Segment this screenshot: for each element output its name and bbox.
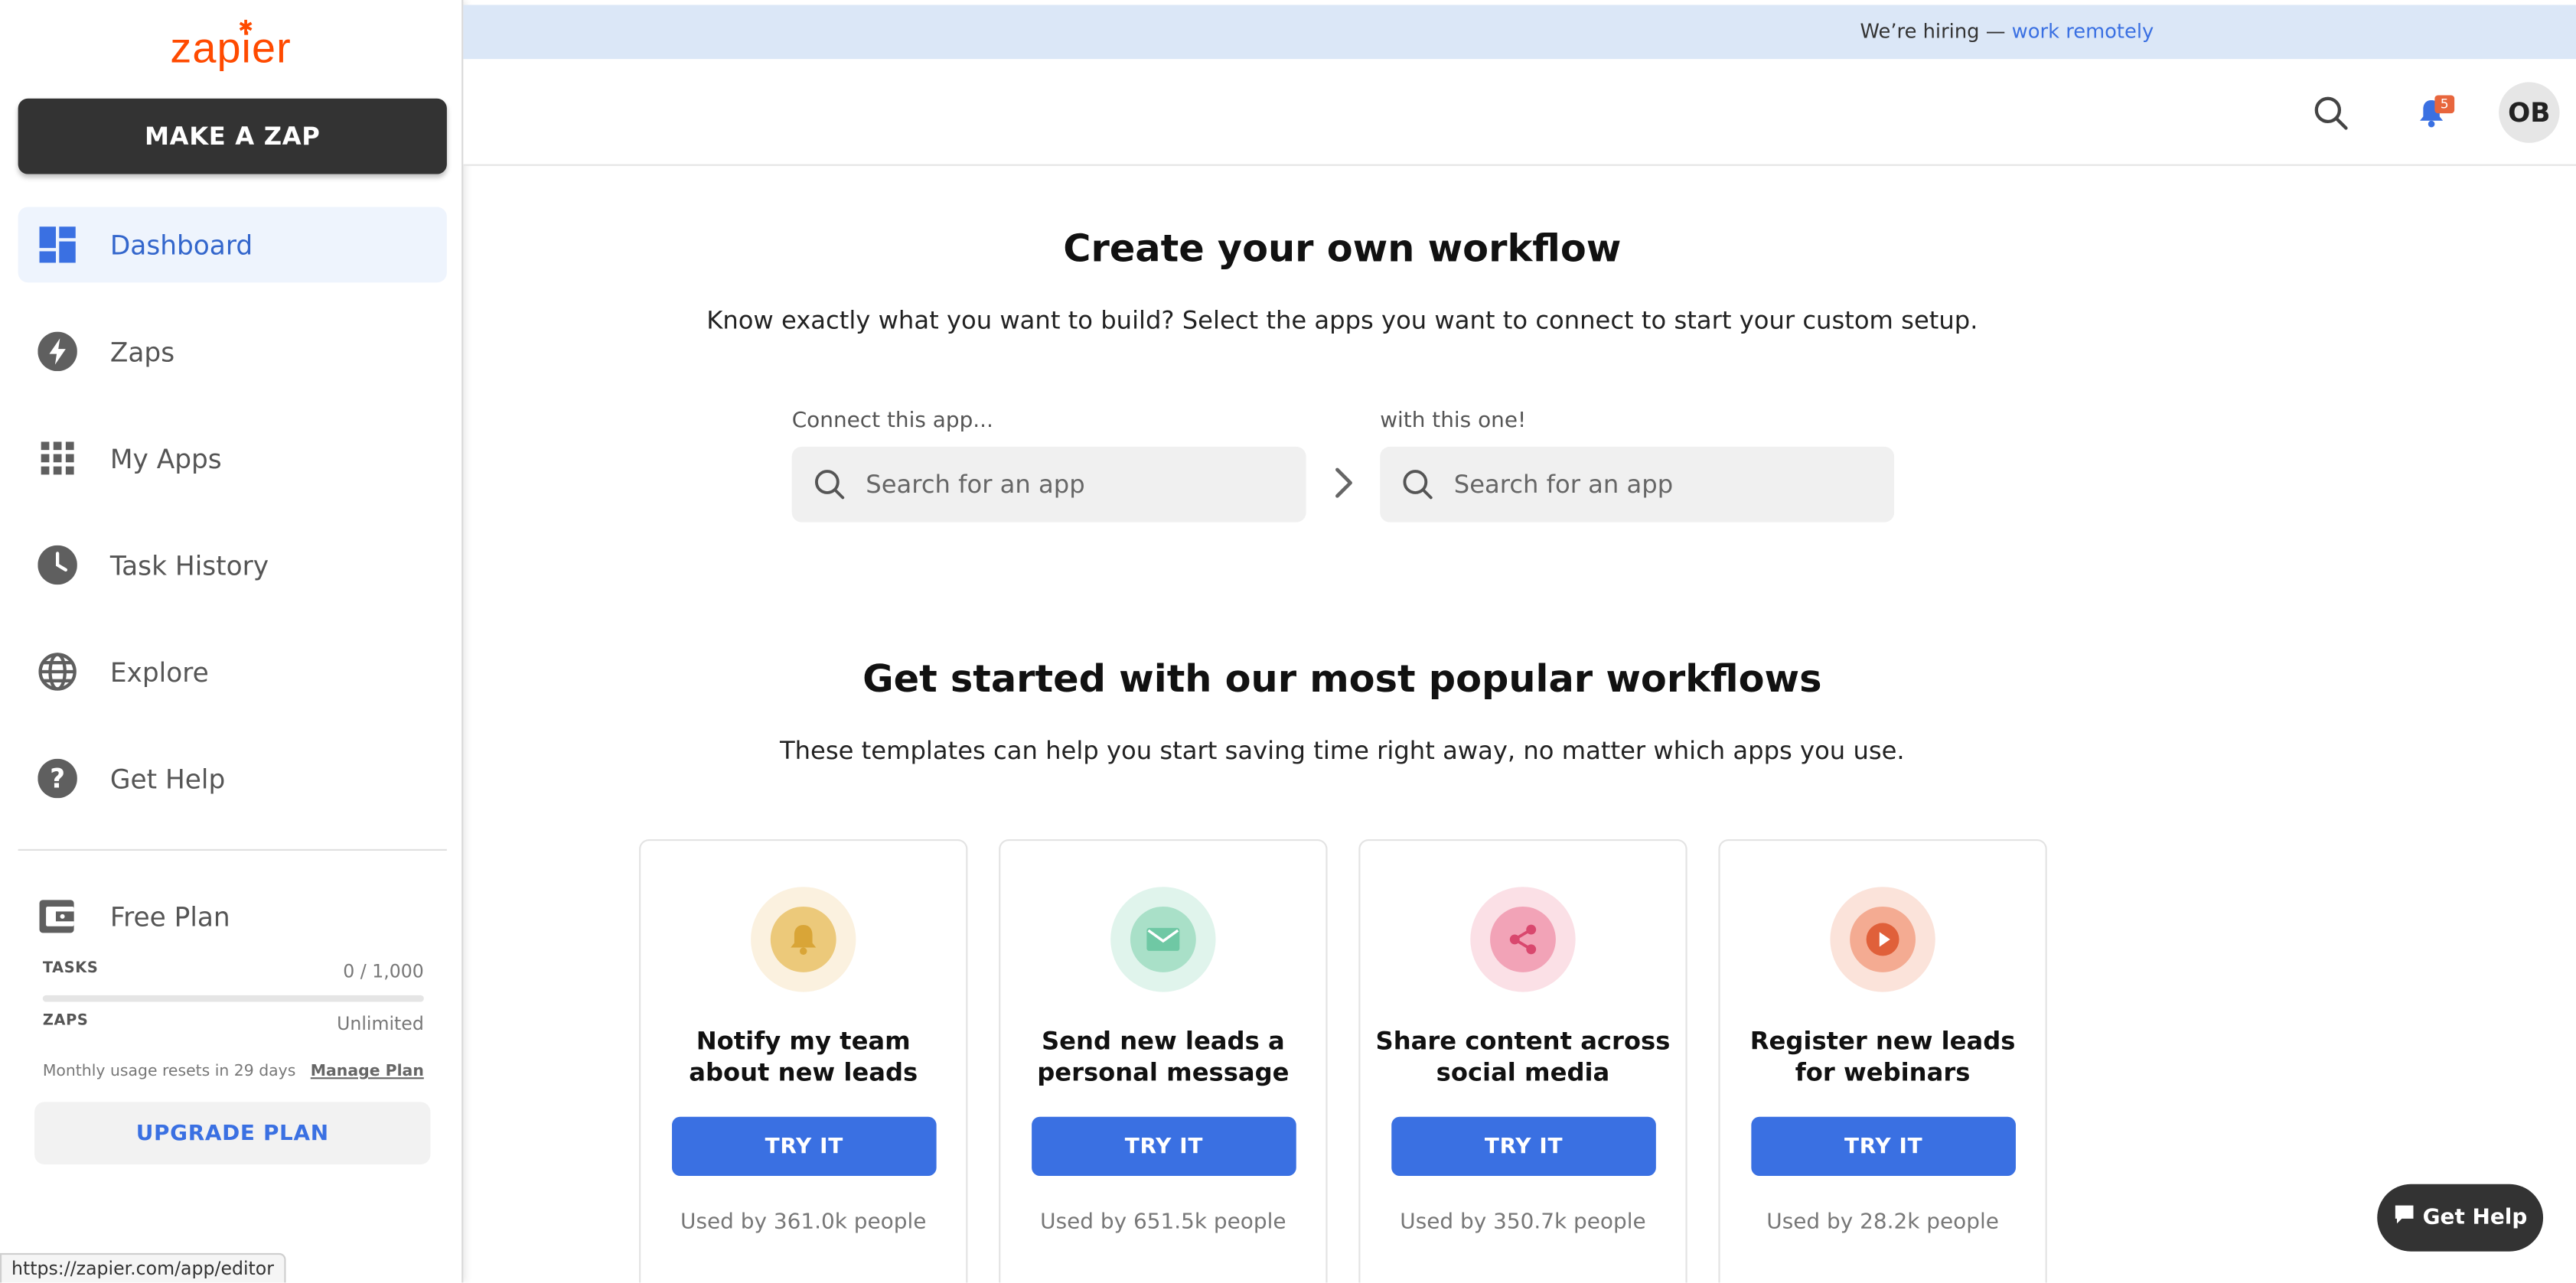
workflow-card: Send new leads a personal message TRY IT… xyxy=(999,839,1328,1283)
grid-icon xyxy=(36,437,79,480)
card-icon-circle xyxy=(751,887,856,992)
tasks-label: TASKS xyxy=(42,960,99,978)
get-help-chat-button[interactable]: Get Help xyxy=(2377,1184,2544,1252)
workflow-card: Share content across social media TRY IT… xyxy=(1358,839,1687,1283)
try-it-button[interactable]: TRY IT xyxy=(1391,1116,1656,1177)
upgrade-plan-button[interactable]: UPGRADE PLAN xyxy=(34,1102,431,1164)
share-icon xyxy=(1490,906,1556,972)
sidebar-item-label: My Apps xyxy=(109,442,222,474)
card-title-line: Send new leads a xyxy=(1041,1026,1285,1057)
search-icon xyxy=(1401,468,1434,501)
sidebar-item-get-help[interactable]: ? Get Help xyxy=(18,741,447,816)
search-icon[interactable] xyxy=(2311,93,2351,133)
svg-text:?: ? xyxy=(50,764,65,794)
card-title-line: Register new leads xyxy=(1749,1026,2016,1057)
card-title-line: for webinars xyxy=(1795,1057,1971,1088)
popular-workflows-title: Get started with our most popular workfl… xyxy=(862,658,1822,702)
usage-reset-row: Monthly usage resets in 29 days Manage P… xyxy=(43,1063,424,1081)
search-icon xyxy=(814,468,846,501)
logo-spark-icon: ✱ xyxy=(238,18,255,38)
tasks-progress-bar xyxy=(42,995,424,1002)
second-app-search-input[interactable]: Search for an app xyxy=(1380,446,1895,523)
card-title-line: social media xyxy=(1436,1057,1610,1088)
sidebar-divider xyxy=(18,848,447,851)
chat-bubble-icon xyxy=(2393,1204,2415,1232)
work-remotely-link[interactable]: work remotely xyxy=(2012,20,2154,43)
sidebar-item-label: Explore xyxy=(109,656,209,688)
manage-plan-link[interactable]: Manage Plan xyxy=(311,1063,424,1081)
card-icon-circle xyxy=(1830,887,1935,992)
logo-text: zapier xyxy=(170,23,292,73)
clock-icon xyxy=(36,544,79,587)
connect-app-label: Connect this app... xyxy=(791,409,993,434)
sidebar-item-task-history[interactable]: Task History xyxy=(18,527,447,603)
zaps-label: ZAPS xyxy=(42,1013,89,1030)
sidebar-item-explore[interactable]: Explore xyxy=(18,634,447,710)
sidebar-item-label: Get Help xyxy=(109,763,226,794)
card-title-line: about new leads xyxy=(689,1057,918,1088)
try-it-button[interactable]: TRY IT xyxy=(1032,1116,1296,1177)
zaps-value: Unlimited xyxy=(337,1013,424,1035)
sidebar-item-label: Dashboard xyxy=(109,229,253,261)
play-icon xyxy=(1850,906,1916,972)
try-it-button[interactable]: TRY IT xyxy=(671,1116,937,1177)
card-icon-circle xyxy=(1470,887,1576,992)
banner-text: We’re hiring — xyxy=(1860,19,2012,43)
get-help-label: Get Help xyxy=(2422,1205,2528,1230)
sidebar-item-label: Task History xyxy=(109,549,269,581)
usage-count: Used by 361.0k people xyxy=(680,1210,927,1236)
plan-name: Free Plan xyxy=(109,900,230,933)
sidebar-item-zaps[interactable]: Zaps xyxy=(18,314,447,389)
help-icon: ? xyxy=(36,757,79,800)
card-title: Register new leads for webinars xyxy=(1720,1027,2046,1089)
workflow-card: Notify my team about new leads TRY IT Us… xyxy=(639,839,968,1283)
sidebar: zapier ✱ MAKE A ZAP Dashboard Zaps My Ap… xyxy=(0,0,464,1283)
make-a-zap-button[interactable]: MAKE A ZAP xyxy=(18,98,447,174)
zapier-logo[interactable]: zapier ✱ xyxy=(0,18,461,74)
tasks-value: 0 / 1,000 xyxy=(343,960,424,982)
sidebar-item-label: Zaps xyxy=(109,335,175,367)
avatar[interactable]: OB xyxy=(2499,82,2560,143)
usage-reset-text: Monthly usage resets in 29 days xyxy=(42,1062,296,1081)
tasks-row: TASKS 0 / 1,000 xyxy=(43,961,424,982)
try-it-button[interactable]: TRY IT xyxy=(1751,1116,2016,1177)
chevron-right-icon xyxy=(1328,463,1361,503)
popular-workflows-subtitle: These templates can help you start savin… xyxy=(779,735,1905,766)
bell-icon xyxy=(770,906,836,972)
sidebar-item-my-apps[interactable]: My Apps xyxy=(18,421,447,497)
card-title-line: Share content across xyxy=(1375,1026,1671,1057)
card-title-line: personal message xyxy=(1037,1057,1290,1088)
usage-count: Used by 651.5k people xyxy=(1040,1210,1286,1236)
card-title-line: Notify my team xyxy=(696,1026,911,1057)
create-workflow-title: Create your own workflow xyxy=(1063,228,1622,272)
mail-icon xyxy=(1130,906,1196,972)
status-bar-url: https://zapier.com/app/editor xyxy=(0,1252,285,1283)
bolt-icon xyxy=(36,330,79,373)
usage-count: Used by 28.2k people xyxy=(1766,1210,1999,1236)
sidebar-item-dashboard[interactable]: Dashboard xyxy=(18,207,447,283)
card-icon-circle xyxy=(1110,887,1216,992)
card-title: Notify my team about new leads xyxy=(641,1027,966,1089)
zaps-row: ZAPS Unlimited xyxy=(43,1014,424,1035)
dashboard-icon xyxy=(36,223,79,266)
usage-count: Used by 350.7k people xyxy=(1400,1210,1646,1236)
globe-icon xyxy=(36,650,79,693)
plan-title: Free Plan xyxy=(36,895,230,938)
notification-count-badge: 5 xyxy=(2434,95,2455,114)
top-header xyxy=(463,59,2576,166)
create-workflow-subtitle: Know exactly what you want to build? Sel… xyxy=(706,305,1978,335)
card-title: Share content across social media xyxy=(1360,1027,1685,1089)
first-app-search-input[interactable]: Search for an app xyxy=(791,446,1306,523)
second-app-label: with this one! xyxy=(1380,409,1527,434)
workflow-card: Register new leads for webinars TRY IT U… xyxy=(1718,839,2047,1283)
wallet-icon xyxy=(36,895,79,938)
search-placeholder: Search for an app xyxy=(1453,469,1674,500)
hiring-banner: We’re hiring — work remotely xyxy=(463,5,2576,60)
search-placeholder: Search for an app xyxy=(866,469,1085,500)
card-title: Send new leads a personal message xyxy=(1000,1027,1325,1089)
